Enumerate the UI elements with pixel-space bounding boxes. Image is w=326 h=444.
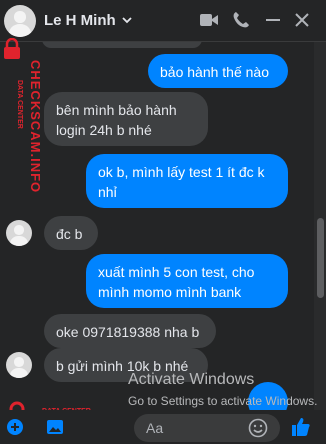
image-icon[interactable] [46, 418, 64, 441]
emoji-icon[interactable] [248, 418, 268, 443]
message-bubble-outgoing: xuất mình 5 con test, cho mình momo mình… [86, 254, 288, 308]
message-bubble-incoming: oke 0971819388 nha b [44, 314, 216, 348]
message-bubble-incoming: bên mình bảo hành login 24h b nhé [44, 92, 208, 146]
activation-subtitle: Go to Settings to activate Windows. [128, 394, 318, 408]
plus-icon[interactable] [6, 418, 24, 441]
conversation: bảo hành thế nào bên mình bảo hành login… [0, 42, 314, 410]
watermark-small-text: DATA CENTER [16, 80, 23, 129]
watermark-vertical: DATA CENTER CHECKSCAM.INFO [2, 60, 43, 200]
message-input[interactable]: Aa [134, 414, 280, 442]
contact-avatar[interactable] [4, 5, 36, 37]
message-bubble-outgoing: bảo hành thế nào [148, 54, 288, 88]
watermark-text: CHECKSCAM.INFO [28, 60, 43, 194]
contact-avatar [6, 352, 32, 378]
scrollbar[interactable] [314, 42, 326, 410]
contact-avatar [6, 220, 32, 246]
like-icon[interactable] [290, 416, 312, 443]
lock-icon [2, 37, 22, 65]
minimize-icon[interactable] [264, 11, 282, 34]
chevron-down-icon[interactable] [121, 13, 133, 31]
message-input-placeholder: Aa [146, 420, 164, 436]
scrollbar-thumb[interactable] [317, 218, 324, 298]
video-icon[interactable] [199, 11, 219, 34]
close-icon[interactable] [293, 11, 311, 34]
contact-name[interactable]: Le H Minh [44, 12, 116, 29]
message-bubble-incoming: đc b [44, 216, 98, 250]
phone-icon[interactable] [232, 11, 250, 34]
activation-title: Activate Windows [128, 371, 255, 388]
chat-header: Le H Minh [0, 0, 326, 42]
message-bubble-incoming [42, 42, 202, 48]
message-bubble-outgoing: ok b, mình lấy test 1 ít đc k nhỉ [86, 154, 288, 208]
composer: Aa [0, 410, 326, 444]
